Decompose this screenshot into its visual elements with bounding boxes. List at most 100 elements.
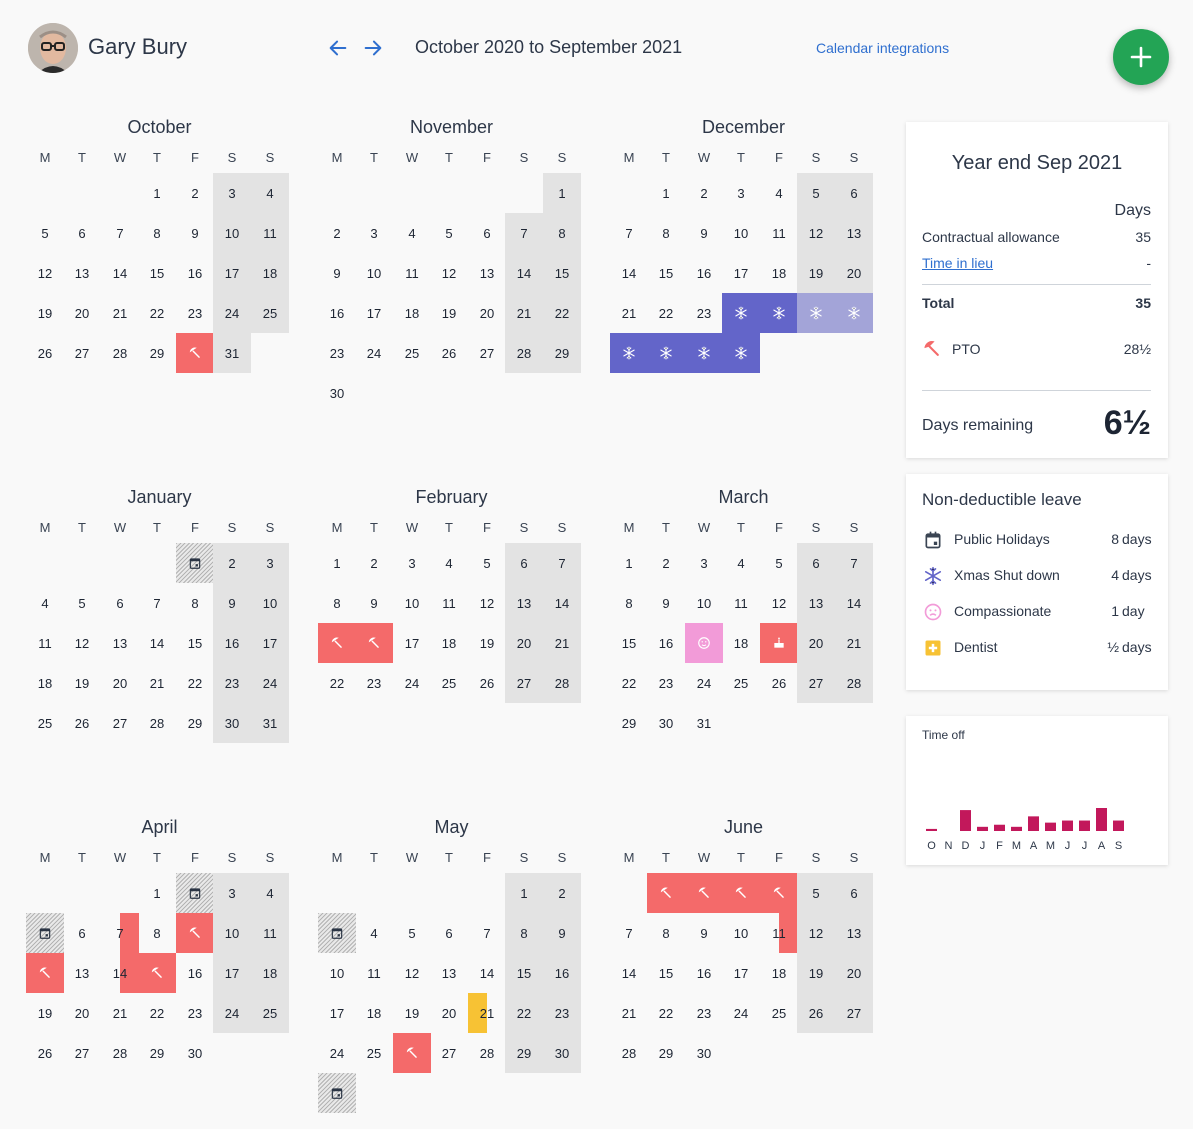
calendar-day[interactable]: 18 <box>26 663 64 703</box>
calendar-day[interactable]: 25 <box>355 1033 393 1073</box>
calendar-day[interactable]: 19 <box>26 293 64 333</box>
calendar-day[interactable]: 29 <box>138 1033 176 1073</box>
calendar-day[interactable]: 13 <box>468 253 506 293</box>
calendar-day[interactable]: 29 <box>505 1033 543 1073</box>
calendar-day[interactable]: 5 <box>760 543 798 583</box>
calendar-day[interactable]: 3 <box>685 543 723 583</box>
calendar-day[interactable]: 1 <box>505 873 543 913</box>
calendar-day[interactable]: 16 <box>213 623 251 663</box>
calendar-day[interactable]: 8 <box>543 213 581 253</box>
calendar-day[interactable]: 1 <box>543 173 581 213</box>
public-holiday-day[interactable] <box>318 1073 356 1113</box>
calendar-day[interactable]: 28 <box>101 333 139 373</box>
pto-day[interactable] <box>760 873 798 913</box>
calendar-day[interactable]: 3 <box>251 543 289 583</box>
calendar-day[interactable]: 12 <box>797 213 835 253</box>
calendar-day[interactable]: 30 <box>685 1033 723 1073</box>
calendar-day[interactable]: 31 <box>213 333 251 373</box>
calendar-day[interactable]: 9 <box>318 253 356 293</box>
calendar-day[interactable]: 6 <box>835 173 873 213</box>
calendar-day[interactable]: 14 <box>468 953 506 993</box>
calendar-day[interactable]: 11 <box>26 623 64 663</box>
calendar-day[interactable]: 9 <box>355 583 393 623</box>
calendar-day[interactable]: 25 <box>760 993 798 1033</box>
pto-day[interactable] <box>722 873 760 913</box>
calendar-day[interactable]: 18 <box>760 253 798 293</box>
calendar-day[interactable]: 4 <box>355 913 393 953</box>
next-arrow-icon[interactable] <box>362 37 384 59</box>
pto-day[interactable] <box>318 623 356 663</box>
calendar-day[interactable]: 21 <box>101 293 139 333</box>
calendar-day[interactable]: 2 <box>176 173 214 213</box>
calendar-day[interactable]: 6 <box>63 913 101 953</box>
calendar-day[interactable]: 1 <box>138 873 176 913</box>
calendar-day[interactable]: 27 <box>797 663 835 703</box>
calendar-day[interactable]: 18 <box>430 623 468 663</box>
calendar-day[interactable]: 10 <box>722 913 760 953</box>
calendar-day[interactable]: 7 <box>610 913 648 953</box>
calendar-day[interactable]: 24 <box>722 993 760 1033</box>
pto-day[interactable] <box>685 873 723 913</box>
add-button[interactable] <box>1113 29 1169 85</box>
pto-day[interactable] <box>393 1033 431 1073</box>
calendar-day[interactable]: 21 <box>610 993 648 1033</box>
calendar-day[interactable]: 5 <box>430 213 468 253</box>
calendar-day[interactable]: 27 <box>63 333 101 373</box>
calendar-day[interactable]: 3 <box>393 543 431 583</box>
calendar-day[interactable]: 26 <box>468 663 506 703</box>
calendar-day[interactable]: 16 <box>543 953 581 993</box>
xmas-shutdown-day[interactable] <box>685 333 723 373</box>
calendar-day[interactable]: 16 <box>176 953 214 993</box>
calendar-day[interactable]: 8 <box>647 913 685 953</box>
calendar-day[interactable]: 4 <box>393 213 431 253</box>
calendar-day[interactable]: 8 <box>647 213 685 253</box>
pto-day[interactable] <box>647 873 685 913</box>
calendar-day[interactable]: 23 <box>685 293 723 333</box>
calendar-day[interactable]: 18 <box>355 993 393 1033</box>
calendar-day[interactable]: 27 <box>430 1033 468 1073</box>
calendar-day[interactable]: 16 <box>318 293 356 333</box>
calendar-day[interactable]: 22 <box>543 293 581 333</box>
calendar-day[interactable]: 19 <box>797 253 835 293</box>
list-item[interactable]: Dentist ½ days <box>922 638 1152 658</box>
calendar-day[interactable]: 10 <box>722 213 760 253</box>
calendar-day[interactable]: 24 <box>318 1033 356 1073</box>
calendar-day[interactable]: 30 <box>176 1033 214 1073</box>
calendar-day[interactable]: 9 <box>213 583 251 623</box>
calendar-day[interactable]: 20 <box>63 993 101 1033</box>
calendar-day[interactable]: 21 <box>835 623 873 663</box>
calendar-day[interactable]: 7 <box>610 213 648 253</box>
calendar-day[interactable]: 5 <box>468 543 506 583</box>
calendar-day[interactable]: 10 <box>355 253 393 293</box>
calendar-day[interactable]: 26 <box>430 333 468 373</box>
calendar-day[interactable]: 15 <box>610 623 648 663</box>
calendar-day[interactable]: 8 <box>318 583 356 623</box>
xmas-shutdown-day[interactable] <box>722 333 760 373</box>
calendar-day[interactable]: 15 <box>176 623 214 663</box>
calendar-day[interactable]: 17 <box>213 253 251 293</box>
calendar-day[interactable]: 18 <box>760 953 798 993</box>
calendar-day[interactable]: 30 <box>647 703 685 743</box>
calendar-day[interactable]: 29 <box>138 333 176 373</box>
calendar-integrations-link[interactable]: Calendar integrations <box>816 40 949 56</box>
calendar-day[interactable]: 14 <box>101 253 139 293</box>
pto-day[interactable] <box>138 953 176 993</box>
calendar-day[interactable]: 25 <box>26 703 64 743</box>
calendar-day[interactable]: 13 <box>797 583 835 623</box>
calendar-day[interactable]: 19 <box>430 293 468 333</box>
calendar-day[interactable]: 25 <box>251 993 289 1033</box>
calendar-day[interactable]: 11 <box>393 253 431 293</box>
half-day-pto[interactable]: 7 <box>101 913 139 953</box>
calendar-day[interactable]: 6 <box>101 583 139 623</box>
calendar-day[interactable]: 13 <box>430 953 468 993</box>
calendar-day[interactable]: 27 <box>101 703 139 743</box>
list-item[interactable]: Public Holidays 8 days <box>922 530 1152 550</box>
calendar-day[interactable]: 14 <box>610 253 648 293</box>
calendar-day[interactable]: 13 <box>63 253 101 293</box>
calendar-day[interactable]: 27 <box>63 1033 101 1073</box>
calendar-day[interactable]: 10 <box>213 213 251 253</box>
calendar-day[interactable]: 11 <box>355 953 393 993</box>
calendar-day[interactable]: 15 <box>505 953 543 993</box>
calendar-day[interactable]: 14 <box>543 583 581 623</box>
calendar-day[interactable]: 7 <box>543 543 581 583</box>
